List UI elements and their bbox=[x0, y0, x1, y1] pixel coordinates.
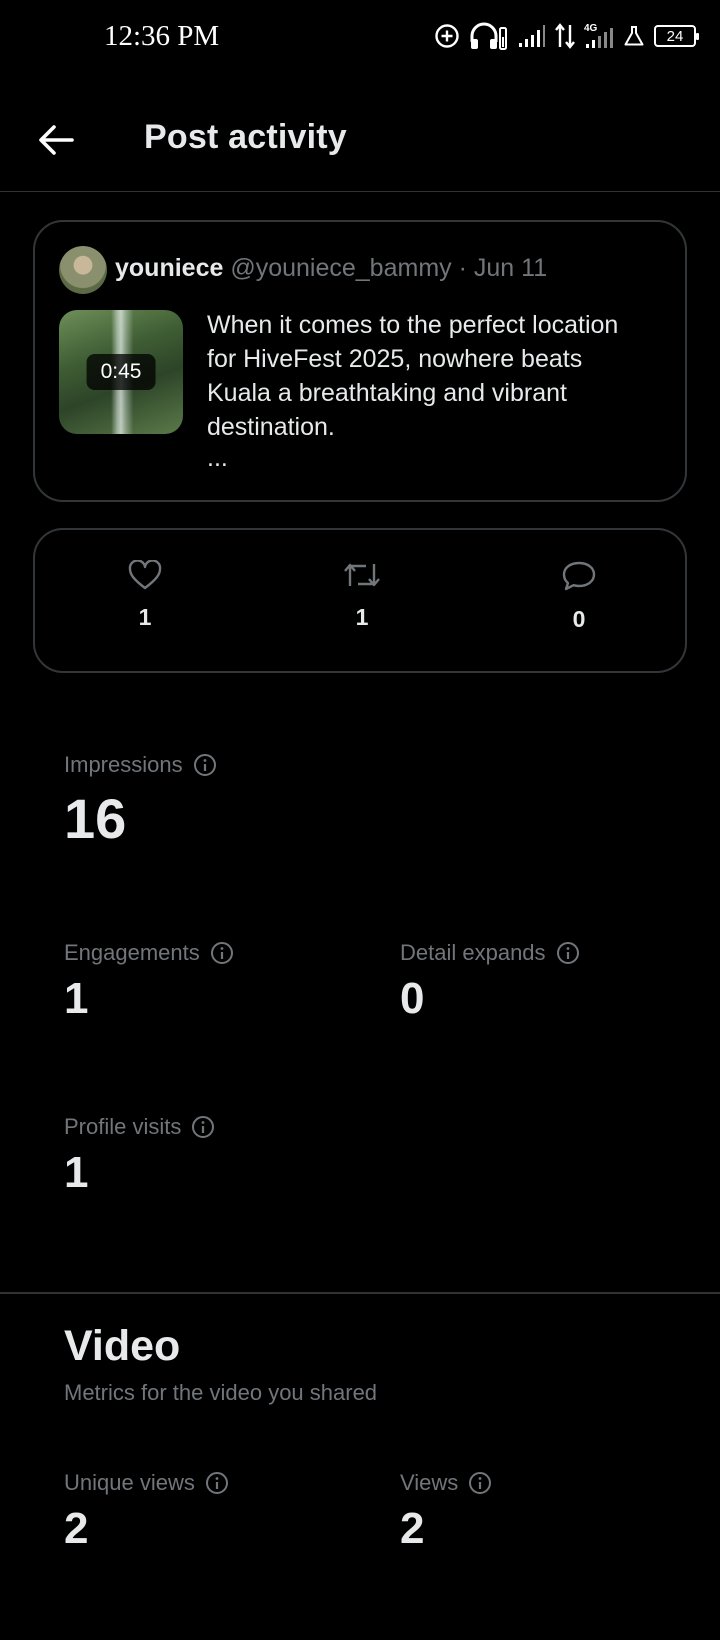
author-name[interactable]: youniece bbox=[115, 254, 223, 282]
signal-4g-icon: 4G bbox=[584, 23, 613, 48]
post-text: When it comes to the perfect location fo… bbox=[207, 311, 619, 441]
detail-expands-metric: Detail expands 0 bbox=[400, 940, 580, 1024]
status-time: 12:36 PM bbox=[104, 20, 220, 52]
video-section-title: Video bbox=[64, 1322, 181, 1370]
profile-visits-value: 1 bbox=[64, 1148, 89, 1197]
impressions-label: Impressions bbox=[64, 752, 183, 777]
profile-visits-metric: Profile visits 1 bbox=[64, 1114, 215, 1198]
engagements-value: 1 bbox=[64, 974, 89, 1023]
reposts-count: 1 bbox=[355, 604, 369, 630]
video-duration: 0:45 bbox=[86, 354, 156, 390]
impressions-metric: Impressions 16 bbox=[64, 752, 217, 851]
reposts-stat[interactable]: 1 bbox=[302, 560, 422, 631]
detail-expands-label: Detail expands bbox=[400, 940, 546, 965]
status-icons: 4G 24 bbox=[434, 22, 699, 50]
battery-icon: 24 bbox=[654, 25, 699, 47]
detail-expands-value: 0 bbox=[400, 974, 425, 1023]
post-card[interactable]: youniece @youniece_bammy · Jun 11 0:45 W… bbox=[33, 220, 687, 502]
reply-icon bbox=[562, 561, 596, 591]
views-value: 2 bbox=[400, 1504, 425, 1553]
unique-views-label: Unique views bbox=[64, 1470, 195, 1495]
replies-stat[interactable]: 0 bbox=[519, 560, 639, 633]
unique-views-value: 2 bbox=[64, 1504, 89, 1553]
replies-count: 0 bbox=[572, 606, 586, 632]
views-label: Views bbox=[400, 1470, 459, 1495]
meta-separator: · bbox=[458, 254, 467, 282]
post-meta: youniece @youniece_bammy · Jun 11 bbox=[115, 254, 547, 283]
section-divider bbox=[0, 1292, 720, 1294]
post-ellipsis: ... bbox=[207, 444, 228, 472]
svg-text:4G: 4G bbox=[584, 23, 598, 34]
post-date: Jun 11 bbox=[473, 254, 548, 282]
info-icon[interactable] bbox=[556, 941, 580, 965]
video-thumbnail[interactable]: 0:45 bbox=[59, 310, 183, 434]
likes-count: 1 bbox=[138, 604, 152, 630]
engagement-card: 1 1 0 bbox=[33, 528, 687, 673]
impressions-value: 16 bbox=[64, 787, 127, 850]
battery-level: 24 bbox=[666, 27, 684, 45]
video-section-subtitle: Metrics for the video you shared bbox=[64, 1380, 378, 1405]
signal-icon bbox=[519, 25, 545, 47]
page-title: Post activity bbox=[144, 118, 347, 156]
info-icon[interactable] bbox=[468, 1471, 492, 1495]
engagements-label: Engagements bbox=[64, 940, 200, 965]
arrow-left-icon bbox=[39, 125, 74, 155]
heart-icon bbox=[128, 560, 162, 590]
likes-stat[interactable]: 1 bbox=[85, 560, 205, 631]
repost-icon bbox=[344, 563, 380, 587]
data-arrows-icon bbox=[555, 23, 575, 49]
back-button[interactable] bbox=[30, 114, 82, 166]
info-icon[interactable] bbox=[210, 941, 234, 965]
alert-icon bbox=[624, 26, 644, 46]
engagements-metric: Engagements 1 bbox=[64, 940, 234, 1024]
info-icon[interactable] bbox=[205, 1471, 229, 1495]
status-bar: 12:36 PM 4G 24 bbox=[0, 0, 720, 80]
app-bar: Post activity bbox=[0, 92, 720, 192]
info-icon[interactable] bbox=[191, 1115, 215, 1139]
headphones-icon bbox=[470, 22, 507, 50]
unique-views-metric: Unique views 2 bbox=[64, 1470, 229, 1554]
profile-visits-label: Profile visits bbox=[64, 1114, 182, 1139]
views-metric: Views 2 bbox=[400, 1470, 492, 1554]
add-circle-icon bbox=[435, 24, 459, 48]
info-icon[interactable] bbox=[193, 753, 217, 777]
avatar[interactable] bbox=[59, 246, 107, 294]
author-handle: @youniece_bammy bbox=[230, 254, 452, 282]
